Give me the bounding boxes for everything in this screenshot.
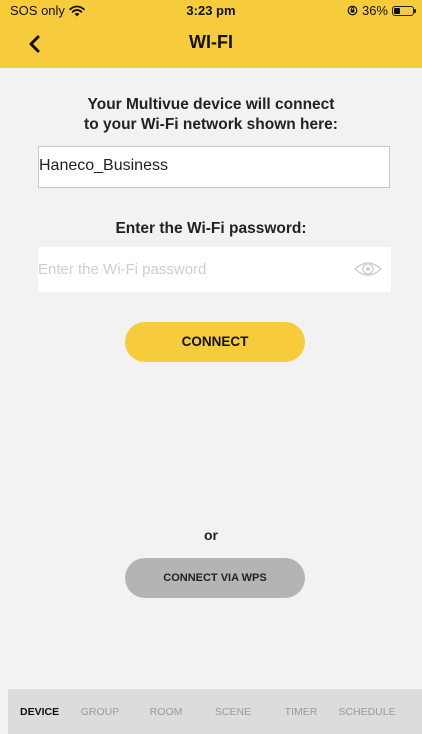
intro-text: Your Multivue device will connect to you… bbox=[0, 95, 422, 135]
password-field-container bbox=[38, 247, 391, 292]
tab-timer[interactable]: TIMER bbox=[284, 706, 318, 718]
page-title: WI-FI bbox=[189, 32, 233, 52]
nav-bar: WI-FI bbox=[0, 20, 422, 68]
orientation-lock-icon bbox=[347, 5, 358, 16]
tab-group[interactable]: GROUP bbox=[80, 706, 120, 718]
tab-schedule[interactable]: SCHEDULE bbox=[338, 706, 396, 718]
password-input[interactable] bbox=[38, 247, 338, 292]
intro-line-1: Your Multivue device will connect bbox=[87, 96, 335, 113]
tab-scene[interactable]: SCENE bbox=[214, 706, 252, 718]
battery-icon bbox=[392, 5, 416, 16]
tab-device[interactable]: DEVICE bbox=[20, 706, 59, 718]
connect-via-wps-button[interactable]: CONNECT VIA WPS bbox=[125, 558, 305, 598]
password-label: Enter the Wi-Fi password: bbox=[115, 220, 307, 237]
show-password-toggle[interactable] bbox=[353, 259, 383, 279]
battery-fill bbox=[394, 7, 400, 14]
eye-icon bbox=[353, 262, 383, 276]
bottom-tab-bar: DEVICE GROUP ROOM SCENE TIMER SCHEDULE bbox=[8, 689, 422, 734]
network-name-field[interactable]: Haneco_Business bbox=[38, 146, 390, 188]
status-right-group: 36% bbox=[347, 3, 416, 18]
connect-button[interactable]: CONNECT bbox=[125, 322, 305, 362]
battery-percent: 36% bbox=[361, 3, 388, 18]
tab-room[interactable]: ROOM bbox=[148, 706, 184, 718]
status-bar: SOS only 3:23 pm 36% bbox=[0, 0, 422, 20]
intro-line-2: to your Wi-Fi network shown here: bbox=[84, 116, 338, 133]
or-divider-text: or bbox=[204, 527, 218, 543]
